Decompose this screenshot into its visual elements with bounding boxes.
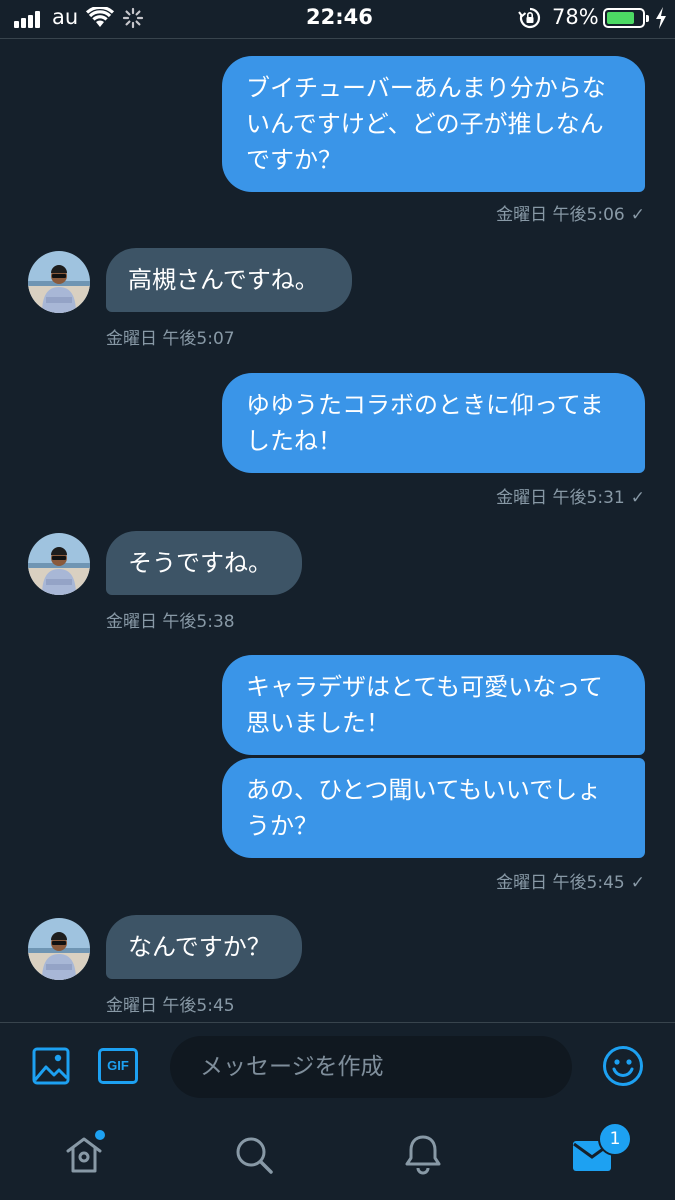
avatar[interactable] <box>28 251 90 313</box>
message-bubble-outgoing[interactable]: ブイチューバーあんまり分からな いんですけど、どの子が推しなん ですか？ <box>222 56 645 192</box>
home-icon[interactable] <box>64 1135 104 1175</box>
clock: 22:46 <box>306 5 373 29</box>
message-bubble-incoming[interactable]: なんですか？ <box>106 915 302 979</box>
message-line: あの、ひとつ聞いてもいいでしょ <box>246 776 602 804</box>
message-line: いんですけど、どの子が推しなん <box>246 110 604 138</box>
message-line: 思いました！ <box>246 709 390 737</box>
composer-divider <box>0 1022 675 1023</box>
message-line: キャラデザはとても可愛いなって <box>246 673 603 701</box>
message-timestamp: 金曜日 午後5:06 ✓ <box>496 205 645 225</box>
message-bubble-incoming[interactable]: そうですね。 <box>106 531 302 595</box>
rotation-lock-icon <box>518 7 541 29</box>
message-line: なんですか？ <box>128 933 271 961</box>
message-bubble-outgoing[interactable]: キャラデザはとても可愛いなって 思いました！ <box>222 655 645 755</box>
battery-percent: 78% <box>552 5 599 29</box>
message-line: したね！ <box>246 427 342 455</box>
message-line: ですか？ <box>246 146 342 174</box>
emoji-icon[interactable] <box>602 1045 644 1087</box>
gif-button[interactable]: GIF <box>98 1048 138 1084</box>
message-timestamp: 金曜日 午後5:31 ✓ <box>496 488 645 508</box>
bell-icon[interactable] <box>403 1133 443 1175</box>
message-timestamp: 金曜日 午後5:45 ✓ <box>496 873 645 893</box>
charging-bolt-icon <box>656 7 666 29</box>
message-bubble-incoming[interactable]: 高槻さんですね。 <box>106 248 352 312</box>
read-check-icon: ✓ <box>630 488 645 508</box>
battery-icon <box>603 8 649 28</box>
search-icon[interactable] <box>234 1135 274 1175</box>
message-input[interactable]: メッセージを作成 <box>170 1036 572 1098</box>
messages-badge: 1 <box>598 1122 632 1156</box>
message-timestamp: 金曜日 午後5:45 <box>106 996 235 1016</box>
message-line: 高槻さんですね。 <box>128 266 319 294</box>
carrier-label: au <box>52 5 79 29</box>
message-timestamp: 金曜日 午後5:07 <box>106 329 235 349</box>
read-check-icon: ✓ <box>630 205 645 225</box>
avatar[interactable] <box>28 533 90 595</box>
status-bar: au 22:46 78% <box>0 0 675 38</box>
message-bubble-outgoing[interactable]: あの、ひとつ聞いてもいいでしょ うか？ <box>222 758 645 858</box>
message-line: ブイチューバーあんまり分からな <box>246 74 606 102</box>
image-icon[interactable] <box>32 1047 70 1085</box>
message-line: うか？ <box>246 812 318 840</box>
message-timestamp: 金曜日 午後5:38 <box>106 612 235 632</box>
activity-spinner-icon <box>122 7 144 29</box>
avatar[interactable] <box>28 918 90 980</box>
message-bubble-outgoing[interactable]: ゆゆうたコラボのときに仰ってま したね！ <box>222 373 645 473</box>
message-line: ゆゆうたコラボのときに仰ってま <box>246 391 604 419</box>
message-line: そうですね。 <box>128 549 272 577</box>
signal-icon <box>14 10 44 28</box>
read-check-icon: ✓ <box>630 873 645 893</box>
wifi-icon <box>86 7 114 27</box>
home-notification-dot <box>95 1130 105 1140</box>
status-bar-divider <box>0 38 675 39</box>
